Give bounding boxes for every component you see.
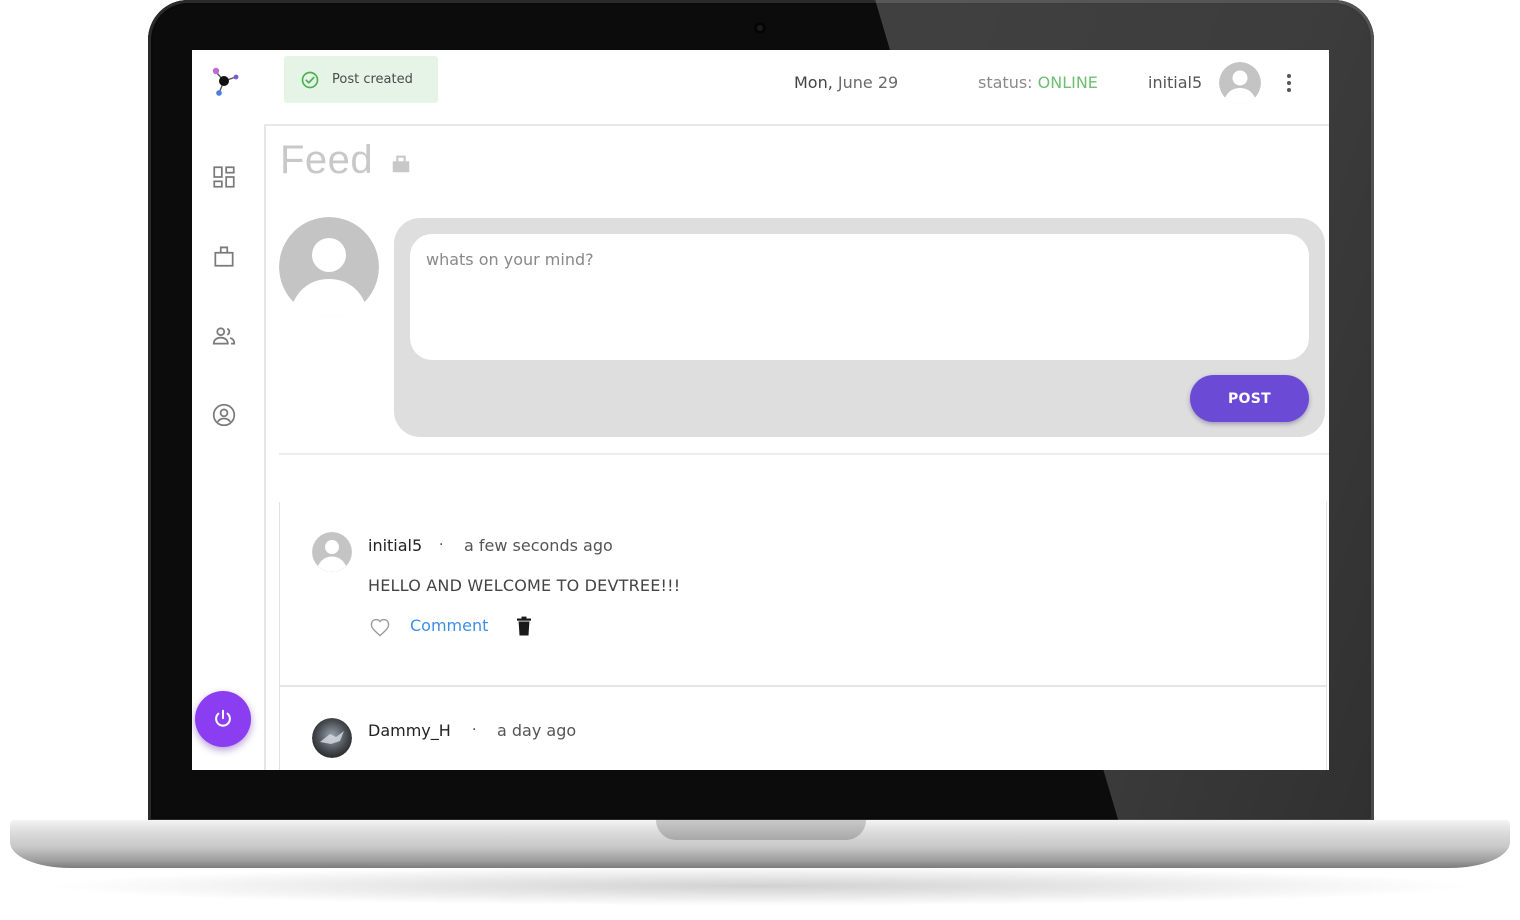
avatar-photo-icon: [312, 718, 352, 758]
post-item: initial5 · a few seconds ago HELLO AND W…: [280, 502, 1326, 687]
laptop-notch: [656, 820, 866, 840]
post-item: Dammy_H · a day ago: [280, 687, 1326, 770]
webcam: [754, 22, 766, 34]
toast-notification: Post created: [284, 56, 438, 103]
app-screen: Post created Mon, June 29 status: ONLINE…: [192, 50, 1329, 770]
status-value: ONLINE: [1037, 73, 1098, 92]
comment-link[interactable]: Comment: [410, 616, 488, 635]
connection-status: status: ONLINE: [978, 73, 1098, 92]
trash-icon[interactable]: [516, 616, 532, 636]
status-label: status:: [978, 73, 1038, 92]
post-separator: ·: [472, 722, 477, 738]
dashboard-icon[interactable]: [211, 164, 237, 190]
user-avatar[interactable]: [1219, 62, 1261, 104]
post-author[interactable]: initial5: [368, 536, 422, 555]
post-separator: ·: [439, 537, 444, 553]
header-username: initial5: [1148, 73, 1203, 92]
avatar-placeholder-icon: [312, 532, 352, 572]
page-title: Feed: [280, 138, 374, 182]
post-text: HELLO AND WELCOME TO DEVTREE!!!: [368, 576, 681, 595]
logout-button[interactable]: [195, 691, 251, 747]
feed-icon[interactable]: [211, 243, 237, 269]
post-avatar[interactable]: [312, 532, 352, 572]
feed-list: initial5 · a few seconds ago HELLO AND W…: [279, 502, 1327, 770]
power-icon: [215, 709, 231, 727]
post-time: a day ago: [497, 721, 577, 740]
feed-icon: [392, 155, 410, 173]
date-rest: June 29: [832, 73, 899, 92]
current-date: Mon, June 29: [794, 73, 898, 92]
avatar-placeholder-icon: [1219, 62, 1261, 104]
top-bar: Post created Mon, June 29 status: ONLINE…: [264, 50, 1329, 126]
composer-avatar: [279, 217, 379, 317]
sidebar: [192, 50, 266, 770]
toast-text: Post created: [332, 72, 413, 87]
post-avatar[interactable]: [312, 718, 352, 758]
avatar-placeholder-icon: [279, 217, 379, 317]
check-circle-icon: [301, 71, 319, 88]
post-author[interactable]: Dammy_H: [368, 721, 451, 740]
date-day: Mon,: [794, 73, 833, 92]
people-icon[interactable]: [211, 323, 237, 349]
post-input[interactable]: [410, 234, 1309, 360]
post-composer: POST: [394, 218, 1325, 437]
account-circle-icon[interactable]: [211, 402, 237, 428]
app-logo[interactable]: [208, 66, 242, 98]
feed-divider: [279, 453, 1329, 455]
laptop-shadow: [40, 866, 1480, 906]
more-vert-icon[interactable]: [1279, 70, 1299, 96]
heart-icon[interactable]: [369, 617, 391, 637]
post-time: a few seconds ago: [464, 536, 613, 555]
post-button[interactable]: POST: [1190, 375, 1309, 422]
